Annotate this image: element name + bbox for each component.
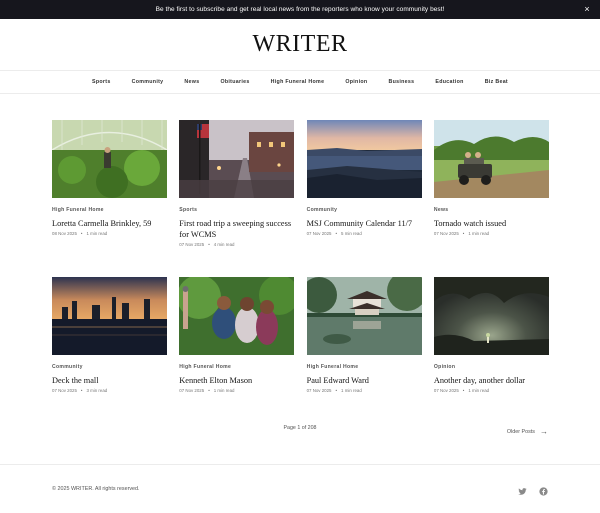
nav-item-education[interactable]: Education [435,79,463,85]
post-category[interactable]: High Funeral Home [52,207,104,213]
nav-item-news[interactable]: News [184,79,199,85]
post-title[interactable]: Another day, another dollar [434,375,549,386]
post-thumbnail-street-dusk[interactable] [179,120,295,198]
post-thumbnail-friends-selfie[interactable] [179,277,295,355]
post-category[interactable]: Opinion [434,364,455,370]
post-read-time: 1 min read [468,231,490,236]
announcement-text: Be the first to subscribe and get real l… [155,6,445,13]
nav-item-high-funeral-home[interactable]: High Funeral Home [271,79,325,85]
post-date: 07 Nov 2025 [306,231,332,236]
post-title[interactable]: First road trip a sweeping success for W… [179,218,294,240]
copyright-text: © 2025 WRITER. All rights reserved. [52,486,140,492]
post-date: 08 Nov 2025 [52,231,77,236]
nav-item-obituaries[interactable]: Obituaries [220,79,249,85]
post-thumbnail-pagoda-pond[interactable] [306,277,422,355]
post-card: Opinion Another day, another dollar 07 N… [433,277,549,434]
post-date: 07 Nov 2025 [179,242,205,247]
post-category[interactable]: Community [52,364,83,370]
post-meta: 08 Nov 2025 • 1 min read [52,231,167,236]
post-meta: 07 Nov 2025 • 1 min read [307,388,422,393]
site-logo[interactable]: WRITER [253,31,348,58]
post-meta: 07 Nov 2025 • 3 min read [52,388,167,393]
post-category[interactable]: News [434,207,449,213]
site-footer: © 2025 WRITER. All rights reserved. [0,464,600,513]
post-card: High Funeral Home Paul Edward Ward 07 No… [306,277,422,434]
main-nav: Sports Community News Obituaries High Fu… [0,71,600,94]
post-meta: 07 Nov 2025 • 4 min read [179,242,294,247]
post-category[interactable]: High Funeral Home [307,364,359,370]
post-card: News Tornado watch issued 07 Nov 2025 • … [433,120,549,277]
post-title[interactable]: Tornado watch issued [434,218,549,229]
post-card: Sports First road trip a sweeping succes… [179,120,295,277]
post-meta: 07 Nov 2025 • 1 min read [179,388,294,393]
post-thumbnail-atv-field[interactable] [433,120,549,198]
older-posts-link[interactable]: Older Posts → [506,427,548,436]
post-title[interactable]: Kenneth Elton Mason [179,375,294,386]
post-title[interactable]: Paul Edward Ward [307,375,422,386]
post-card: High Funeral Home Kenneth Elton Mason 07… [179,277,295,434]
post-thumbnail-coast-sunset[interactable] [306,120,422,198]
post-card: Community MSJ Community Calendar 11/7 07… [306,120,422,277]
post-date: 07 Nov 2025 [306,388,332,393]
older-posts-label: Older Posts [506,429,535,435]
post-date: 07 Nov 2025 [433,388,459,393]
post-thumbnail-city-skyline[interactable] [52,277,167,355]
post-read-time: 4 min read [213,242,235,247]
post-read-time: 1 min read [86,231,108,236]
meta-separator: • [208,388,210,393]
nav-item-sports[interactable]: Sports [92,79,111,85]
nav-item-biz-beat[interactable]: Biz Beat [485,79,508,85]
post-title[interactable]: Loretta Carmella Brinkley, 59 [52,218,167,229]
announcement-bar: Be the first to subscribe and get real l… [0,0,600,19]
post-read-time: 1 min read [213,388,235,393]
post-thumbnail-cave[interactable] [433,277,549,355]
post-card: High Funeral Home Loretta Carmella Brink… [52,120,167,277]
nav-item-business[interactable]: Business [388,79,414,85]
meta-separator: • [208,242,210,247]
meta-separator: • [335,388,338,393]
post-meta: 07 Nov 2025 • 5 min read [307,231,422,236]
meta-separator: • [80,231,83,236]
post-grid: High Funeral Home Loretta Carmella Brink… [52,120,549,434]
post-date: 07 Nov 2025 [52,388,77,393]
nav-item-community[interactable]: Community [132,79,164,85]
meta-separator: • [335,231,338,236]
facebook-icon[interactable] [539,483,548,496]
meta-separator: • [462,231,465,236]
post-date: 07 Nov 2025 [433,231,459,236]
post-read-time: 1 min read [341,388,362,393]
post-thumbnail-greenhouse[interactable] [52,120,167,198]
post-category[interactable]: High Funeral Home [179,364,231,370]
post-title[interactable]: Deck the mall [52,375,167,386]
arrow-right-icon: → [540,427,548,436]
post-meta: 07 Nov 2025 • 1 min read [434,388,549,393]
meta-separator: • [80,388,83,393]
nav-item-opinion[interactable]: Opinion [345,79,367,85]
post-card: Community Deck the mall 07 Nov 2025 • 3 … [52,277,167,434]
meta-separator: • [462,388,465,393]
social-links [518,483,548,496]
close-icon[interactable]: × [582,4,592,14]
post-read-time: 3 min read [86,388,108,393]
masthead: WRITER [0,19,600,71]
post-meta: 07 Nov 2025 • 1 min read [434,231,549,236]
post-read-time: 1 min read [468,388,490,393]
post-date: 07 Nov 2025 [179,388,205,393]
twitter-icon[interactable] [518,483,527,495]
post-category[interactable]: Community [307,207,338,213]
post-title[interactable]: MSJ Community Calendar 11/7 [307,218,422,229]
post-category[interactable]: Sports [179,207,197,213]
post-read-time: 5 min read [341,231,362,236]
